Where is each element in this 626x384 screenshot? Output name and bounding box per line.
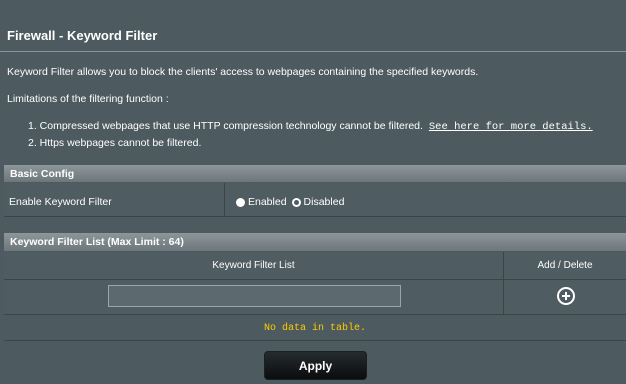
title-divider xyxy=(0,51,626,52)
column-divider xyxy=(503,252,504,314)
page-description: Keyword Filter allows you to block the c… xyxy=(7,66,479,78)
add-circle-icon xyxy=(557,287,575,305)
keyword-list-table: Keyword Filter List Add / Delete xyxy=(4,252,626,314)
more-details-link[interactable]: See here for more details. xyxy=(429,121,593,133)
enable-keyword-filter-row: Enable Keyword Filter Enabled Disabled xyxy=(4,183,626,217)
add-delete-column-header: Add / Delete xyxy=(537,260,593,271)
enable-radio-group: Enabled Disabled xyxy=(236,196,349,208)
limitation-item-1: 1. Compressed webpages that use HTTP com… xyxy=(28,120,593,133)
keyword-filter-page: Firewall - Keyword Filter Keyword Filter… xyxy=(0,0,626,384)
enabled-radio-label[interactable]: Enabled xyxy=(248,196,287,208)
enable-keyword-filter-label: Enable Keyword Filter xyxy=(9,196,112,208)
header-divider xyxy=(4,279,626,280)
add-keyword-button[interactable] xyxy=(556,286,576,306)
limitation-text-1: 1. Compressed webpages that use HTTP com… xyxy=(28,120,423,132)
page-title: Firewall - Keyword Filter xyxy=(7,28,158,43)
apply-button[interactable]: Apply xyxy=(264,351,367,380)
config-column-divider xyxy=(224,183,225,217)
limitations-heading: Limitations of the filtering function : xyxy=(7,93,169,105)
disabled-radio[interactable] xyxy=(291,197,301,207)
enabled-radio[interactable] xyxy=(236,197,245,207)
keyword-column-header: Keyword Filter List xyxy=(212,260,295,271)
basic-config-header: Basic Config xyxy=(4,165,626,182)
keyword-input[interactable] xyxy=(108,285,401,307)
keyword-list-header: Keyword Filter List (Max Limit : 64) xyxy=(4,233,626,251)
disabled-radio-label[interactable]: Disabled xyxy=(304,196,345,208)
empty-table-message: No data in table. xyxy=(4,314,626,341)
limitation-item-2: 2. Https webpages cannot be filtered. xyxy=(28,137,202,149)
